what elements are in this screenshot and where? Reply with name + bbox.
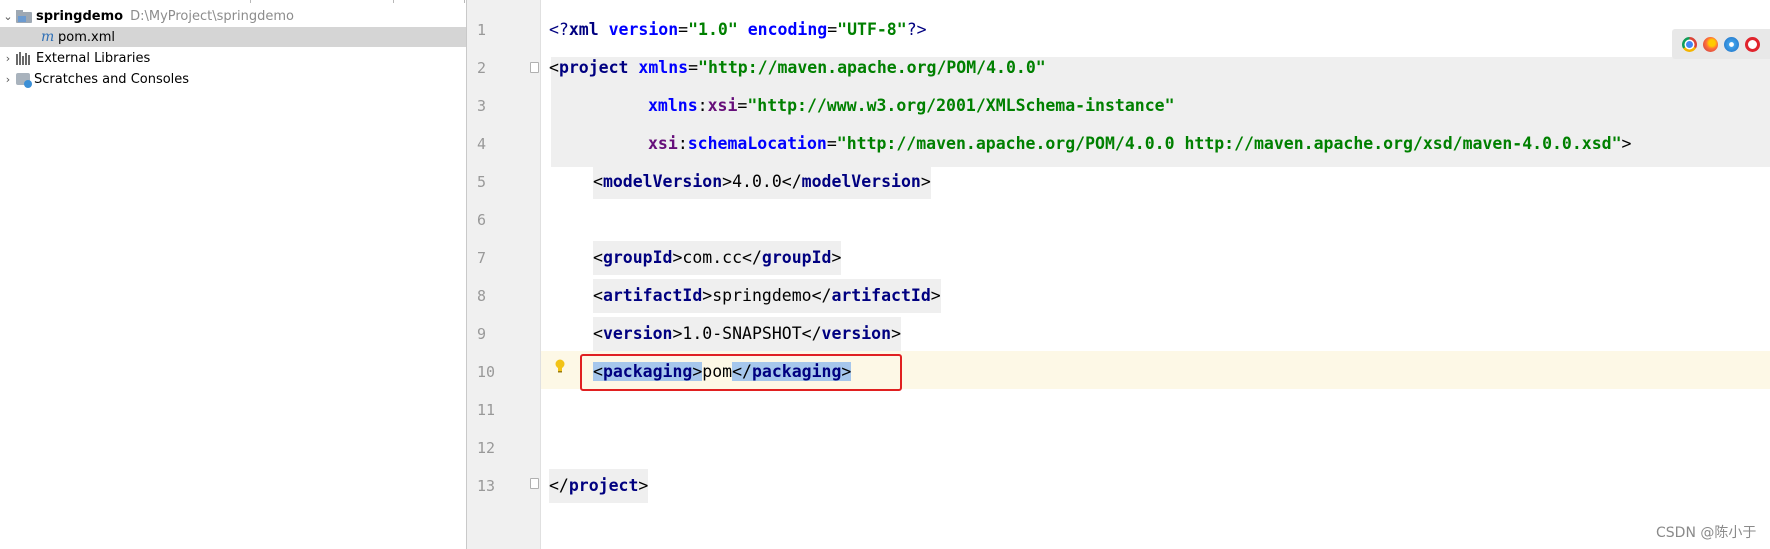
tree-item-label: External Libraries (36, 50, 151, 66)
tree-item-springdemo[interactable]: ⌄ springdemo D:\MyProject\springdemo (0, 6, 466, 26)
line-number: 10 (477, 363, 496, 381)
line-number: 11 (477, 401, 496, 419)
line-number: 4 (477, 135, 487, 153)
module-folder-icon (16, 9, 32, 23)
project-tool-window: ⌄ springdemo D:\MyProject\springdemo m p… (0, 0, 467, 549)
chevron-down-icon[interactable]: ⌄ (0, 10, 16, 23)
code-editor[interactable]: 1 2 3 4 5 6 7 8 9 10 11 12 13 <?xml vers… (467, 0, 1770, 549)
tree-item-label: Scratches and Consoles (34, 71, 190, 87)
project-path: D:\MyProject\springdemo (130, 8, 294, 24)
line-number: 5 (477, 173, 487, 191)
line-number: 12 (477, 439, 496, 457)
safari-icon[interactable] (1724, 36, 1739, 52)
tree-item-scratches[interactable]: › Scratches and Consoles (0, 69, 466, 89)
file-name: pom.xml (58, 29, 115, 45)
lightbulb-icon[interactable] (555, 359, 565, 373)
line-number: 6 (477, 211, 487, 229)
tree-item-pom-xml[interactable]: m pom.xml (0, 27, 466, 47)
code-line-3: xmlns:xsi="http://www.w3.org/2001/XMLSch… (648, 96, 1175, 115)
line-number: 9 (477, 325, 487, 343)
tree-item-external-libraries[interactable]: › External Libraries (0, 48, 466, 68)
code-line-9: <version>1.0-SNAPSHOT</version> (593, 315, 901, 353)
code-line-13: </project> (549, 467, 649, 505)
chevron-right-icon[interactable]: › (0, 73, 16, 86)
maven-file-icon: m (41, 29, 55, 45)
editor-gutter[interactable]: 1 2 3 4 5 6 7 8 9 10 11 12 13 (467, 0, 541, 549)
watermark: CSDN @陈小于 (1656, 525, 1757, 541)
annotation-highlight-box (580, 354, 902, 391)
line-number: 2 (477, 59, 487, 77)
fold-marker-icon[interactable] (530, 62, 539, 73)
libraries-icon (16, 51, 32, 65)
code-line-5: <modelVersion>4.0.0</modelVersion> (593, 163, 931, 201)
chrome-icon[interactable] (1682, 36, 1697, 52)
code-line-2: <project xmlns="http://maven.apache.org/… (549, 58, 1046, 77)
panel-top-separators (0, 0, 467, 3)
firefox-icon[interactable] (1703, 36, 1718, 52)
code-line-1: <?xml version="1.0" encoding="UTF-8"?> (549, 20, 927, 39)
scratches-icon (16, 73, 32, 88)
opera-icon[interactable] (1745, 36, 1760, 52)
line-number: 3 (477, 97, 487, 115)
chevron-right-icon[interactable]: › (0, 52, 16, 65)
code-line-4: xsi:schemaLocation="http://maven.apache.… (648, 134, 1632, 153)
line-number: 7 (477, 249, 487, 267)
browser-preview-bar (1672, 29, 1770, 59)
line-number: 13 (477, 477, 496, 495)
project-name: springdemo (36, 8, 124, 24)
code-line-7: <groupId>com.cc</groupId> (593, 239, 842, 277)
fold-marker-icon[interactable] (530, 478, 539, 489)
line-number: 8 (477, 287, 487, 305)
line-number: 1 (477, 21, 487, 39)
code-line-8: <artifactId>springdemo</artifactId> (593, 277, 941, 315)
